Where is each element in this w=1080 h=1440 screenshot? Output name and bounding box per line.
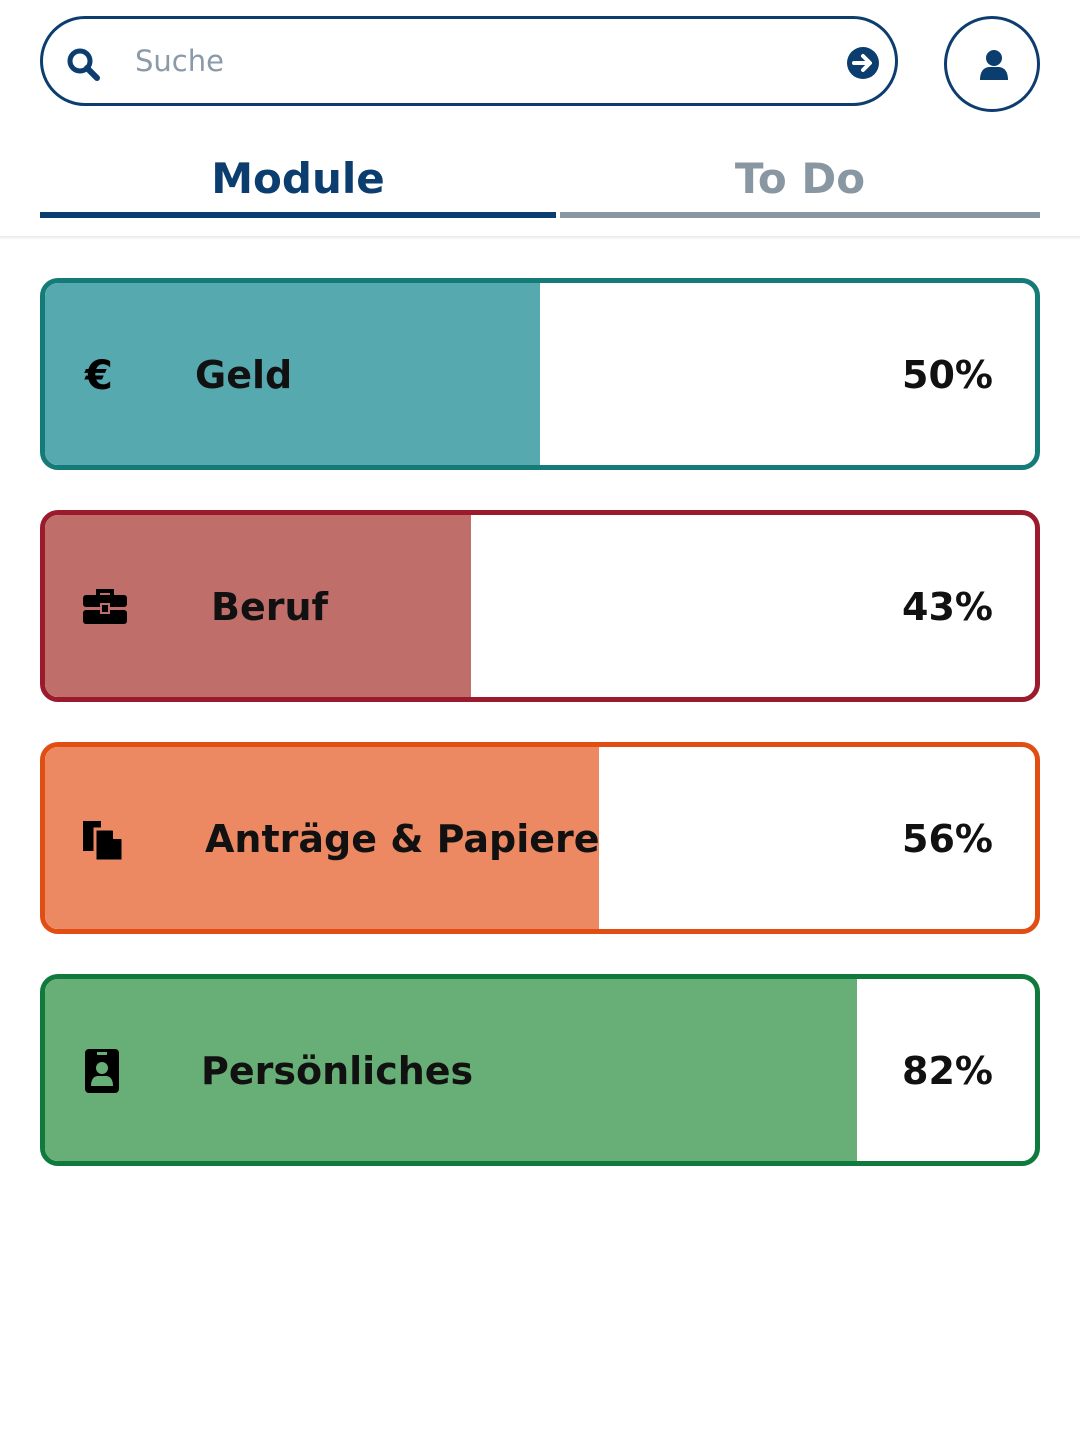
- header-divider: [0, 236, 1080, 240]
- search-input[interactable]: [135, 35, 815, 87]
- profile-button[interactable]: [944, 16, 1040, 112]
- module-progress-percent: 82%: [902, 1049, 993, 1093]
- module-card-geld[interactable]: € Geld 50%: [40, 278, 1040, 470]
- arrow-right-circle-icon[interactable]: [845, 45, 881, 81]
- module-label: Geld: [195, 353, 293, 397]
- documents-icon: [83, 821, 125, 861]
- module-label: Persönliches: [201, 1049, 474, 1093]
- module-card-beruf[interactable]: Beruf 43%: [40, 510, 1040, 702]
- euro-icon: €: [84, 353, 113, 397]
- user-icon: [980, 50, 1008, 80]
- app-header: Module To Do: [0, 0, 1080, 240]
- id-badge-icon: [85, 1049, 119, 1093]
- module-progress-percent: 50%: [902, 353, 993, 397]
- briefcase-icon: [83, 589, 127, 624]
- module-label: Beruf: [211, 585, 329, 629]
- search-bar: [40, 16, 898, 106]
- tab-todo[interactable]: To Do: [560, 140, 1040, 218]
- search-icon: [67, 48, 100, 81]
- svg-text:€: €: [84, 353, 113, 397]
- module-progress-percent: 56%: [902, 817, 993, 861]
- module-progress-percent: 43%: [902, 585, 993, 629]
- tab-module[interactable]: Module: [40, 140, 556, 218]
- module-card-persoenliches[interactable]: Persönliches 82%: [40, 974, 1040, 1166]
- module-card-antraege-papiere[interactable]: Anträge & Papiere 56%: [40, 742, 1040, 934]
- module-label: Anträge & Papiere: [205, 817, 600, 861]
